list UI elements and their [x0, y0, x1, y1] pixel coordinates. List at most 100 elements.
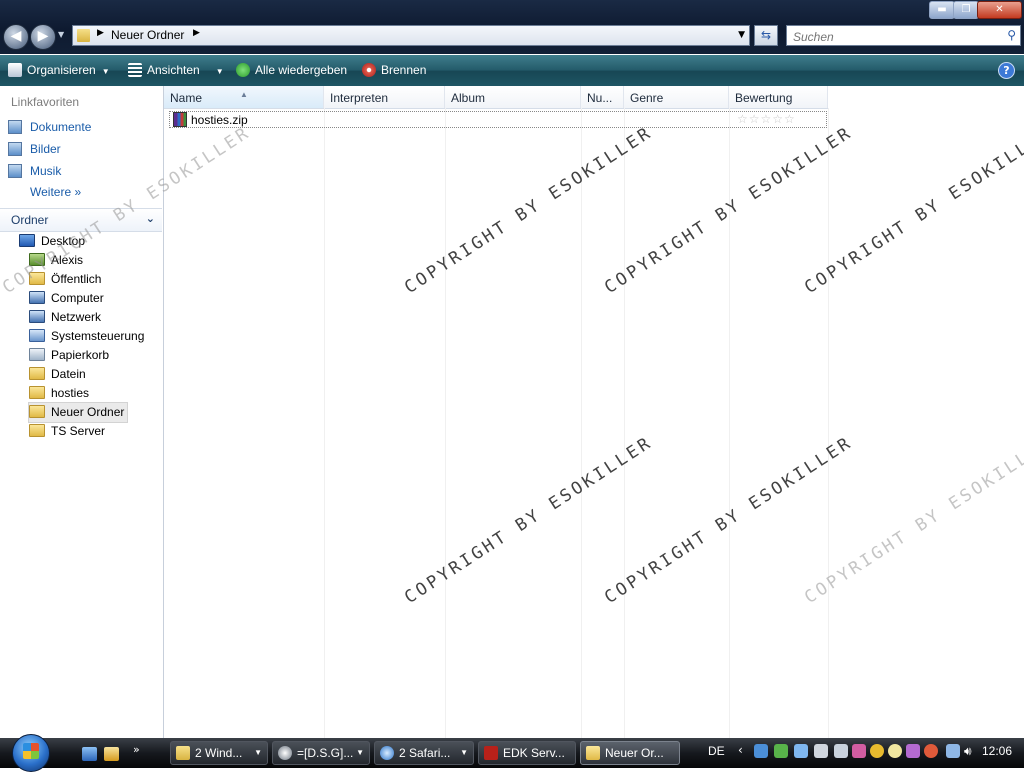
- address-dropdown-icon[interactable]: ▼: [738, 30, 745, 40]
- column-header-album[interactable]: Album: [445, 86, 581, 108]
- show-hidden-icons-icon[interactable]: ‹: [738, 743, 743, 757]
- organize-label: Organisieren: [27, 63, 96, 77]
- volume-icon[interactable]: 🔊︎: [964, 744, 972, 759]
- computer-icon: [29, 291, 45, 304]
- tray-app-icon[interactable]: [888, 744, 902, 758]
- task-label: 2 Wind...: [195, 746, 243, 760]
- tree-item-label: Papierkorb: [51, 348, 110, 362]
- double-chevron-icon: »: [74, 185, 82, 199]
- taskbar-button-safari[interactable]: 2 Safari... ▼: [374, 741, 474, 765]
- organize-button[interactable]: Organisieren ▼: [8, 62, 110, 80]
- chevron-down-icon[interactable]: ⌄: [146, 212, 155, 225]
- search-icon[interactable]: ⚲: [1007, 28, 1016, 42]
- breadcrumb-chevron-icon[interactable]: ▶: [193, 28, 200, 38]
- task-label: EDK Serv...: [503, 746, 565, 760]
- address-bar[interactable]: ▶ Neuer Ordner ▶ ▼: [72, 25, 750, 46]
- pictures-icon: [8, 142, 22, 156]
- chevron-down-icon: ▼: [460, 748, 468, 757]
- column-header-artists[interactable]: Interpreten: [324, 86, 445, 108]
- chevron-down-icon: ▼: [101, 67, 110, 76]
- maximize-button[interactable]: ❐: [953, 1, 979, 19]
- media-player-icon[interactable]: [104, 747, 119, 761]
- tree-item-datein[interactable]: Datein: [29, 365, 89, 384]
- help-icon[interactable]: ?: [998, 62, 1015, 79]
- network-connection-icon[interactable]: [946, 744, 960, 758]
- task-label: 2 Safari...: [399, 746, 451, 760]
- taskbar-button-neuer-ordner[interactable]: Neuer Or...: [580, 741, 680, 765]
- show-desktop-icon[interactable]: [82, 747, 97, 761]
- file-name[interactable]: hosties.zip: [191, 113, 248, 127]
- quick-launch-more-icon[interactable]: »: [133, 743, 140, 756]
- column-header-rating[interactable]: Bewertung: [729, 86, 828, 108]
- taskbar-button-steam[interactable]: =[D.S.G]... ▼: [272, 741, 370, 765]
- taskbar-button-filezilla[interactable]: EDK Serv...: [478, 741, 576, 765]
- tray-app-icon[interactable]: [852, 744, 866, 758]
- favorite-label: Musik: [30, 164, 62, 178]
- tray-app-icon[interactable]: [870, 744, 884, 758]
- navigation-pane: Linkfavoriten Dokumente Bilder Musik Wei…: [0, 86, 164, 738]
- refresh-button[interactable]: ⇆: [754, 25, 778, 46]
- tree-item-neuer-ordner[interactable]: Neuer Ordner: [28, 402, 129, 423]
- column-divider: [445, 108, 446, 738]
- tree-item-alexis[interactable]: Alexis: [29, 251, 86, 270]
- tree-item-hosties[interactable]: hosties: [29, 384, 92, 403]
- column-divider: [581, 108, 582, 738]
- tree-item-network[interactable]: Netzwerk: [29, 308, 104, 327]
- more-favorites-link[interactable]: Weitere »: [30, 185, 81, 199]
- tree-item-desktop[interactable]: Desktop: [19, 232, 88, 251]
- column-divider: [729, 108, 730, 738]
- search-box[interactable]: ⚲: [786, 25, 1021, 46]
- clock[interactable]: 12:06: [982, 744, 1012, 758]
- language-indicator[interactable]: DE: [708, 744, 725, 758]
- column-header-number[interactable]: Nu...: [581, 86, 624, 108]
- minimize-button[interactable]: ▬: [929, 1, 955, 19]
- tree-item-ts-server[interactable]: TS Server: [29, 422, 108, 441]
- column-label: Album: [451, 91, 486, 105]
- close-button[interactable]: ✕: [977, 1, 1022, 19]
- search-input[interactable]: [791, 27, 995, 46]
- views-button[interactable]: Ansichten ▼: [128, 62, 224, 80]
- breadcrumb-current[interactable]: Neuer Ordner: [111, 28, 184, 42]
- tray-app-icon[interactable]: [794, 744, 808, 758]
- folders-header[interactable]: Ordner ⌄: [0, 208, 162, 232]
- messenger-tray-icon[interactable]: [774, 744, 788, 758]
- tree-item-control-panel[interactable]: Systemsteuerung: [29, 327, 147, 346]
- favorite-label: Bilder: [30, 142, 61, 156]
- recycle-bin-icon: [29, 348, 45, 361]
- forward-button[interactable]: ▶: [30, 24, 56, 50]
- breadcrumb-chevron-icon[interactable]: ▶: [97, 28, 104, 38]
- tray-app-icon[interactable]: [906, 744, 920, 758]
- favorite-documents[interactable]: Dokumente: [8, 118, 91, 136]
- music-icon: [8, 164, 22, 178]
- column-label: Bewertung: [735, 91, 793, 105]
- folder-icon: [29, 424, 45, 437]
- play-all-button[interactable]: Alle wiedergeben: [236, 62, 347, 80]
- tray-app-icon[interactable]: [834, 744, 848, 758]
- network-tray-icon[interactable]: [754, 744, 768, 758]
- column-header-genre[interactable]: Genre: [624, 86, 729, 108]
- back-button[interactable]: ◀: [3, 24, 29, 50]
- chevron-down-icon: ▼: [356, 748, 364, 757]
- favorite-music[interactable]: Musik: [8, 162, 61, 180]
- tray-app-icon[interactable]: [924, 744, 938, 758]
- rating-stars[interactable]: ☆☆☆☆☆: [737, 112, 796, 126]
- favorite-pictures[interactable]: Bilder: [8, 140, 61, 158]
- column-header-name[interactable]: ▲ Name: [164, 86, 324, 108]
- column-label: Genre: [630, 91, 664, 105]
- file-row[interactable]: hosties.zip ☆☆☆☆☆: [169, 111, 827, 128]
- tree-item-label: hosties: [51, 386, 90, 400]
- recent-pages-dropdown-icon[interactable]: ▼: [58, 30, 64, 39]
- start-button[interactable]: [12, 734, 50, 772]
- tree-item-recycle-bin[interactable]: Papierkorb: [29, 346, 112, 365]
- folder-icon: [77, 29, 90, 42]
- folder-icon: [29, 272, 45, 285]
- task-label: =[D.S.G]...: [297, 746, 354, 760]
- file-list[interactable]: ▲ Name Interpreten Album Nu... Genre Bew…: [164, 86, 1024, 738]
- burn-button[interactable]: Brennen: [362, 62, 426, 80]
- tray-app-icon[interactable]: [814, 744, 828, 758]
- tree-item-public[interactable]: Öffentlich: [29, 270, 104, 289]
- tree-item-label: Systemsteuerung: [51, 329, 145, 343]
- taskbar-button-explorer[interactable]: 2 Wind... ▼: [170, 741, 268, 765]
- column-label: Name: [170, 91, 203, 105]
- tree-item-computer[interactable]: Computer: [29, 289, 107, 308]
